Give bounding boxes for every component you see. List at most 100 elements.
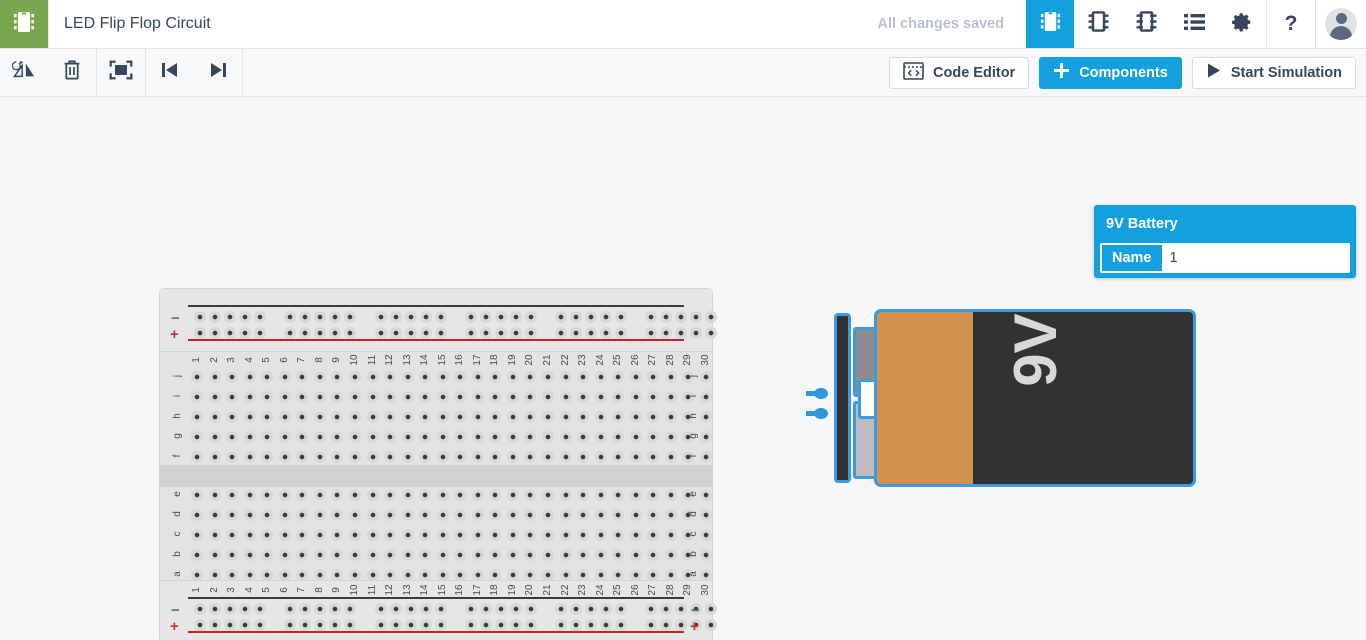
hole-b22[interactable]	[559, 549, 572, 561]
hole-e3[interactable]	[226, 489, 239, 501]
hole-d8[interactable]	[313, 509, 326, 521]
hole-d12[interactable]	[384, 509, 397, 521]
pcb-view-button[interactable]	[1122, 0, 1170, 48]
hole-d11[interactable]	[366, 509, 379, 521]
hole-b11[interactable]	[366, 549, 379, 561]
hole-d22[interactable]	[559, 509, 572, 521]
top-rail-hole[interactable]	[479, 327, 492, 339]
bottom-rail-hole[interactable]	[374, 603, 387, 615]
breadboard-view-button[interactable]	[1026, 0, 1074, 48]
top-rail-hole[interactable]	[479, 311, 492, 323]
hole-f30[interactable]	[699, 451, 712, 463]
step-forward-button[interactable]	[194, 49, 242, 96]
battery-pin-negative[interactable]	[806, 408, 834, 419]
hole-f28[interactable]	[664, 451, 677, 463]
hole-c8[interactable]	[313, 529, 326, 541]
hole-e4[interactable]	[243, 489, 256, 501]
bottom-rail-hole[interactable]	[194, 603, 206, 615]
top-rail-hole[interactable]	[404, 327, 417, 339]
hole-f22[interactable]	[559, 451, 572, 463]
hole-c1[interactable]	[191, 529, 203, 541]
hole-e26[interactable]	[629, 489, 642, 501]
circuit-canvas[interactable]: −+−+123456789101112131415161718192021222…	[0, 97, 1366, 640]
rotate-flip-button[interactable]	[0, 49, 48, 96]
hole-f26[interactable]	[629, 451, 642, 463]
hole-d30[interactable]	[699, 509, 712, 521]
top-rail-hole[interactable]	[494, 311, 507, 323]
hole-e6[interactable]	[278, 489, 291, 501]
hole-h6[interactable]	[278, 411, 291, 423]
top-rail-hole[interactable]	[524, 327, 537, 339]
top-rail-hole[interactable]	[585, 311, 598, 323]
hole-h28[interactable]	[664, 411, 677, 423]
hole-d4[interactable]	[243, 509, 256, 521]
hole-g24[interactable]	[594, 431, 607, 443]
hole-b19[interactable]	[506, 549, 519, 561]
step-back-button[interactable]	[146, 49, 194, 96]
hole-g21[interactable]	[542, 431, 554, 443]
hole-i28[interactable]	[664, 391, 677, 403]
hole-c13[interactable]	[401, 529, 414, 541]
hole-f11[interactable]	[366, 451, 379, 463]
top-rail-hole[interactable]	[389, 311, 402, 323]
hole-c10[interactable]	[348, 529, 361, 541]
hole-h15[interactable]	[436, 411, 449, 423]
hole-h12[interactable]	[384, 411, 397, 423]
hole-f10[interactable]	[348, 451, 361, 463]
bottom-rail-hole[interactable]	[585, 603, 598, 615]
hole-d21[interactable]	[542, 509, 554, 521]
hole-i2[interactable]	[208, 391, 221, 403]
hole-b26[interactable]	[629, 549, 642, 561]
bottom-rail-hole[interactable]	[419, 619, 432, 631]
hole-c30[interactable]	[699, 529, 712, 541]
hole-f13[interactable]	[401, 451, 414, 463]
hole-g6[interactable]	[278, 431, 291, 443]
hole-c23[interactable]	[577, 529, 590, 541]
top-rail-hole[interactable]	[224, 327, 237, 339]
hole-i13[interactable]	[401, 391, 414, 403]
hole-e11[interactable]	[366, 489, 379, 501]
bottom-rail-hole[interactable]	[585, 619, 598, 631]
bottom-rail-hole[interactable]	[524, 619, 537, 631]
hole-b2[interactable]	[208, 549, 221, 561]
bottom-rail-hole[interactable]	[705, 619, 718, 631]
hole-e2[interactable]	[208, 489, 221, 501]
top-rail-hole[interactable]	[374, 311, 387, 323]
hole-g17[interactable]	[471, 431, 484, 443]
top-rail-hole[interactable]	[224, 311, 237, 323]
bottom-rail-hole[interactable]	[524, 603, 537, 615]
hole-g12[interactable]	[384, 431, 397, 443]
bottom-rail-hole[interactable]	[570, 603, 583, 615]
hole-b15[interactable]	[436, 549, 449, 561]
hole-f15[interactable]	[436, 451, 449, 463]
hole-h10[interactable]	[348, 411, 361, 423]
breadboard-component[interactable]: −+−+123456789101112131415161718192021222…	[160, 289, 718, 640]
hole-d19[interactable]	[506, 509, 519, 521]
hole-h4[interactable]	[243, 411, 256, 423]
hole-j1[interactable]	[191, 371, 203, 383]
hole-g1[interactable]	[191, 431, 203, 443]
hole-j15[interactable]	[436, 371, 449, 383]
hole-i8[interactable]	[313, 391, 326, 403]
hole-h22[interactable]	[559, 411, 572, 423]
hole-i23[interactable]	[577, 391, 590, 403]
hole-i1[interactable]	[191, 391, 203, 403]
hole-e21[interactable]	[542, 489, 554, 501]
top-rail-hole[interactable]	[434, 311, 447, 323]
hole-d24[interactable]	[594, 509, 607, 521]
delete-button[interactable]	[48, 49, 96, 96]
hole-h19[interactable]	[506, 411, 519, 423]
bottom-rail-hole[interactable]	[224, 603, 237, 615]
hole-i4[interactable]	[243, 391, 256, 403]
top-rail-hole[interactable]	[585, 327, 598, 339]
hole-b3[interactable]	[226, 549, 239, 561]
help-button[interactable]: ?	[1267, 0, 1315, 48]
hole-b21[interactable]	[542, 549, 554, 561]
hole-h11[interactable]	[366, 411, 379, 423]
hole-j11[interactable]	[366, 371, 379, 383]
top-rail-hole[interactable]	[705, 327, 718, 339]
hole-c11[interactable]	[366, 529, 379, 541]
hole-h2[interactable]	[208, 411, 221, 423]
hole-b4[interactable]	[243, 549, 256, 561]
hole-c4[interactable]	[243, 529, 256, 541]
